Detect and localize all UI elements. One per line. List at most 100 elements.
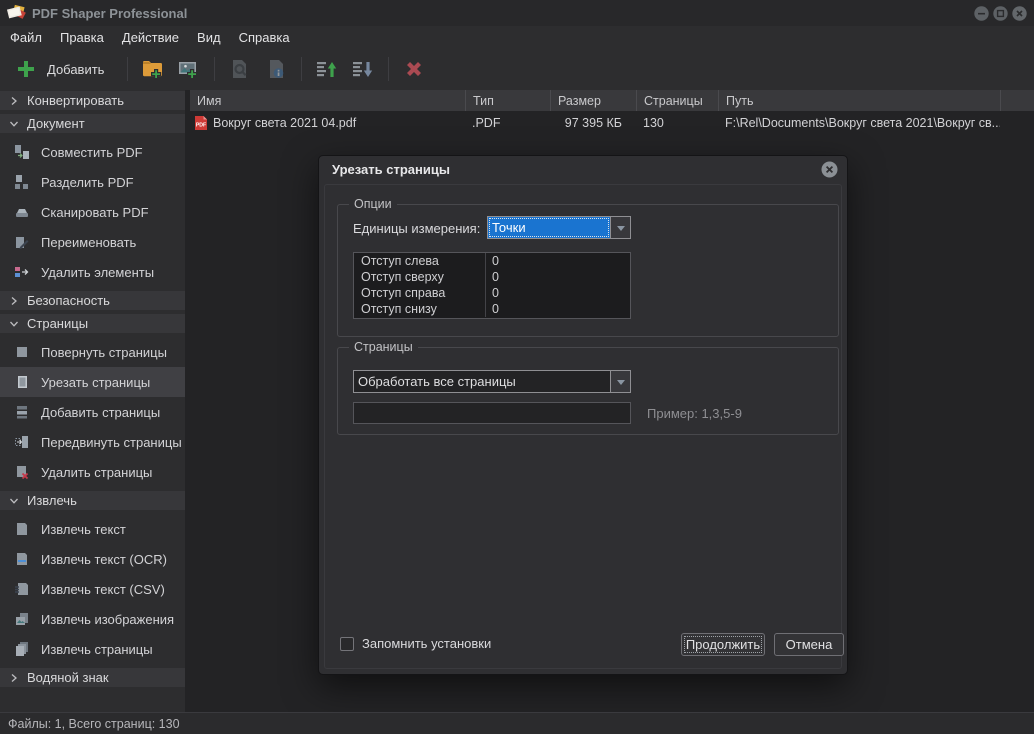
extract-text-ocr-icon	[14, 551, 30, 567]
margin-value[interactable]: 0	[486, 286, 499, 300]
sidebar-label: Добавить страницы	[41, 405, 160, 420]
sidebar-label: Сканировать PDF	[41, 205, 149, 220]
margin-value[interactable]: 0	[486, 270, 499, 284]
sidebar-category-0[interactable]: Конвертировать	[0, 91, 185, 110]
add-pages-icon	[14, 404, 30, 420]
extract-images-icon	[14, 611, 30, 627]
cancel-button[interactable]: Отмена	[774, 633, 844, 656]
add-images-button[interactable]	[171, 52, 207, 86]
sidebar-item-17[interactable]: Извлечь текст (CSV)	[0, 574, 185, 604]
remove-files-button[interactable]	[396, 52, 432, 86]
margin-value[interactable]: 0	[486, 302, 499, 316]
margin-value[interactable]: 0	[486, 254, 499, 268]
preview-document-button[interactable]	[222, 52, 258, 86]
remember-settings-checkbox[interactable]	[340, 637, 354, 651]
sidebar-item-5[interactable]: Переименовать	[0, 227, 185, 257]
menu-bar: ФайлПравкаДействиеВидСправка	[0, 26, 1034, 48]
delete-pages-icon	[14, 464, 30, 480]
close-button[interactable]	[1012, 6, 1027, 21]
sidebar-item-13[interactable]: Удалить страницы	[0, 457, 185, 487]
chevron-down-icon	[9, 496, 19, 506]
sidebar-item-10[interactable]: Урезать страницы	[0, 367, 185, 397]
margin-label: Отступ слева	[354, 253, 486, 269]
remember-settings-label: Запомнить установки	[362, 636, 491, 651]
sidebar-item-19[interactable]: Извлечь страницы	[0, 634, 185, 664]
status-bar: Файлы: 1, Всего страниц: 130	[0, 712, 1034, 734]
column-header-0[interactable]: Имя	[190, 90, 465, 111]
maximize-button[interactable]	[993, 6, 1008, 21]
options-group-label: Опции	[349, 197, 397, 211]
sidebar-category-8[interactable]: Страницы	[0, 314, 185, 333]
menu-item-1[interactable]: Правка	[51, 26, 113, 48]
page-mode-selected-value: Обработать все страницы	[354, 371, 610, 392]
dropdown-arrow-icon[interactable]	[610, 217, 630, 238]
pages-group: Страницы Обработать все страницы Пример:…	[337, 347, 839, 435]
menu-item-4[interactable]: Справка	[230, 26, 299, 48]
column-header-4[interactable]: Путь	[718, 90, 1000, 111]
minimize-button[interactable]	[974, 6, 989, 21]
sidebar-item-12[interactable]: Передвинуть страницы	[0, 427, 185, 457]
sidebar-item-4[interactable]: Сканировать PDF	[0, 197, 185, 227]
toolbar: Добавить	[0, 48, 1034, 90]
menu-item-0[interactable]: Файл	[1, 26, 51, 48]
dialog-title: Урезать страницы	[319, 156, 847, 183]
continue-button[interactable]: Продолжить	[681, 633, 765, 656]
sidebar-label: Документ	[27, 116, 85, 131]
pdf-file-icon: PDF	[194, 115, 208, 131]
split-pdf-icon	[14, 174, 30, 190]
file-row[interactable]: PDFВокруг света 2021 04.pdf.PDF97 395 КБ…	[190, 111, 1034, 134]
units-select[interactable]: Точки	[487, 216, 631, 239]
extract-pages-icon	[14, 641, 30, 657]
add-images-icon	[177, 57, 201, 81]
merge-pdf-icon	[14, 144, 30, 160]
move-up-icon	[315, 57, 339, 81]
chevron-right-icon	[9, 673, 19, 683]
sidebar-item-15[interactable]: Извлечь текст	[0, 514, 185, 544]
dialog-close-icon[interactable]	[821, 161, 838, 178]
sidebar-category-1[interactable]: Документ	[0, 114, 185, 133]
sidebar-label: Водяной знак	[27, 670, 109, 685]
document-info-button[interactable]	[258, 52, 294, 86]
dropdown-arrow-icon[interactable]	[610, 371, 630, 392]
app-window: PDF Shaper Professional ФайлПравкаДейств…	[0, 0, 1034, 734]
sidebar-item-6[interactable]: Удалить элементы	[0, 257, 185, 287]
add-folder-button[interactable]	[135, 52, 171, 86]
menu-item-3[interactable]: Вид	[188, 26, 230, 48]
menu-item-2[interactable]: Действие	[113, 26, 188, 48]
margin-row-1[interactable]: Отступ сверху0	[354, 269, 630, 285]
sidebar-item-11[interactable]: Добавить страницы	[0, 397, 185, 427]
sidebar-item-3[interactable]: Разделить PDF	[0, 167, 185, 197]
sidebar-label: Конвертировать	[27, 93, 124, 108]
sidebar-item-9[interactable]: Повернуть страницы	[0, 337, 185, 367]
sidebar-category-20[interactable]: Водяной знак	[0, 668, 185, 687]
sidebar-item-16[interactable]: Извлечь текст (OCR)	[0, 544, 185, 574]
toolbar-separator	[388, 57, 389, 81]
toolbar-separator	[214, 57, 215, 81]
move-down-button[interactable]	[345, 52, 381, 86]
sidebar-label: Удалить элементы	[41, 265, 154, 280]
units-selected-value: Точки	[488, 217, 610, 238]
column-header-2[interactable]: Размер	[550, 90, 636, 111]
window-title: PDF Shaper Professional	[32, 6, 187, 21]
column-header-1[interactable]: Тип	[465, 90, 550, 111]
chevron-right-icon	[9, 296, 19, 306]
sidebar-item-18[interactable]: Извлечь изображения	[0, 604, 185, 634]
file-type-cell: .PDF	[465, 116, 550, 130]
add-files-button[interactable]: Добавить	[8, 52, 120, 86]
sidebar-item-2[interactable]: Совместить PDF	[0, 137, 185, 167]
sidebar-label: Передвинуть страницы	[41, 435, 182, 450]
margins-listbox[interactable]: Отступ слева0Отступ сверху0Отступ справа…	[353, 252, 631, 319]
sidebar-category-7[interactable]: Безопасность	[0, 291, 185, 310]
chevron-down-icon	[9, 319, 19, 329]
document-info-icon	[264, 57, 288, 81]
margin-row-3[interactable]: Отступ снизу0	[354, 301, 630, 317]
sidebar-category-14[interactable]: Извлечь	[0, 491, 185, 510]
table-header: ИмяТипРазмерСтраницыПуть	[190, 90, 1034, 111]
page-range-input[interactable]	[353, 402, 631, 424]
rename-icon	[14, 234, 30, 250]
page-mode-select[interactable]: Обработать все страницы	[353, 370, 631, 393]
margin-row-2[interactable]: Отступ справа0	[354, 285, 630, 301]
margin-row-0[interactable]: Отступ слева0	[354, 253, 630, 269]
move-up-button[interactable]	[309, 52, 345, 86]
column-header-3[interactable]: Страницы	[636, 90, 718, 111]
